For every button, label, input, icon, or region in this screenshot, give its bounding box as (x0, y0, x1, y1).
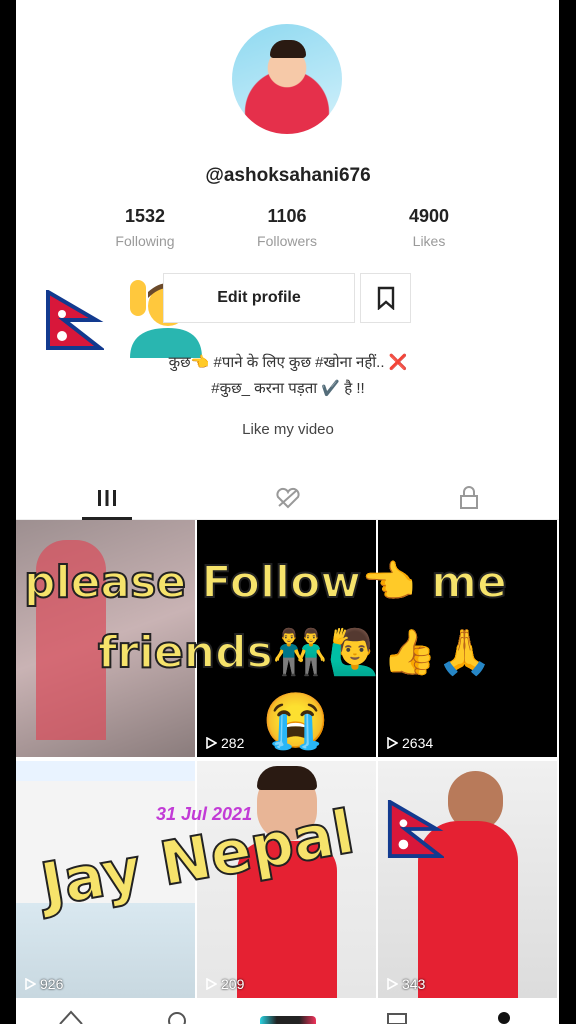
grid-icon (97, 490, 116, 506)
following-count: 1532 (124, 206, 166, 226)
play-icon (25, 978, 36, 990)
video-thumbnail[interactable]: 343 (378, 761, 557, 998)
profile-tabs (16, 476, 559, 520)
view-count: 926 (24, 976, 63, 992)
view-count-label: 209 (221, 976, 245, 992)
view-count: 282 (205, 735, 244, 751)
bookmark-button[interactable] (360, 273, 411, 323)
play-icon (206, 737, 217, 749)
crying-emoji: 😭 (262, 691, 330, 751)
bookmark-icon (377, 286, 394, 310)
screen: @ashoksahani676 1532 Following 1106 Foll… (0, 0, 576, 1024)
tab-liked[interactable] (197, 476, 378, 520)
stat-likes[interactable]: 4900 Likes (369, 206, 489, 249)
view-count: 2634 (386, 735, 433, 751)
play-icon (206, 978, 217, 990)
view-count-label: 343 (402, 976, 426, 992)
edit-profile-button[interactable]: Edit profile (163, 273, 355, 323)
view-count-label: 2634 (402, 735, 434, 751)
followers-count: 1106 (267, 206, 307, 226)
plus-icon[interactable] (260, 1016, 316, 1024)
bio-line-3: Like my video (242, 421, 334, 438)
bio-line-2: #कुछ_ करना पड़ता ✔️ है !! (211, 380, 365, 397)
nepal-flag-small-icon (387, 800, 444, 858)
play-icon (387, 978, 398, 990)
following-label: Following (115, 233, 175, 249)
username: @ashoksahani676 (205, 165, 371, 186)
overlay-line-2: friends👬🙋‍♂️👍🙏 (97, 626, 493, 679)
view-count: 343 (386, 976, 425, 992)
liked-icon (275, 487, 300, 509)
stat-followers[interactable]: 1106 Followers (227, 206, 347, 249)
home-icon[interactable] (58, 1010, 84, 1024)
avatar[interactable] (232, 24, 342, 134)
tab-videos[interactable] (16, 476, 197, 520)
bottom-nav (16, 998, 559, 1024)
view-count-label: 282 (221, 735, 245, 751)
nepal-flag-icon (46, 290, 104, 350)
likes-label: Likes (412, 233, 446, 249)
profile-icon[interactable] (498, 1012, 510, 1024)
stat-following[interactable]: 1532 Following (85, 206, 205, 249)
search-icon[interactable] (166, 1010, 188, 1024)
lock-icon (459, 486, 478, 509)
play-icon (387, 737, 398, 749)
view-count-label: 926 (40, 976, 64, 992)
bio-line-1: कुछ👈 #पाने के लिए कुछ #खोना नहीं.. ❌ (168, 354, 408, 371)
tab-private[interactable] (378, 476, 559, 520)
overlay-line-1: please Follow👈 me (23, 556, 508, 609)
inbox-icon[interactable] (386, 1012, 408, 1024)
followers-label: Followers (257, 233, 317, 249)
likes-count: 4900 (408, 206, 450, 226)
view-count: 209 (205, 976, 244, 992)
